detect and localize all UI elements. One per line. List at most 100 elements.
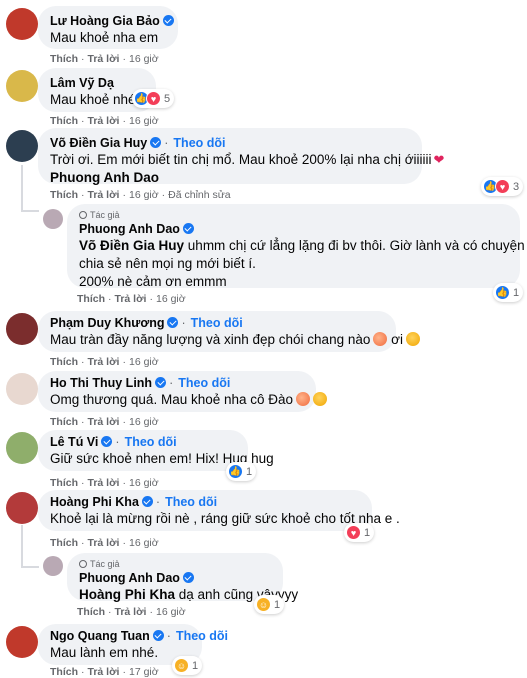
comment-text: uhmm chị cứ lẳng lặng đi bv thôi. Giờ là… (187, 238, 527, 253)
reaction-count: 1 (246, 465, 253, 478)
comment-actions: Thích · Trả lời · 16 giờ (50, 537, 159, 549)
comment-text: Mau khoẻ nha em (50, 30, 159, 45)
like-button[interactable]: Thích (50, 666, 78, 678)
comment-author[interactable]: Phuong Anh Dao (79, 571, 180, 585)
avatar[interactable] (6, 70, 38, 102)
avatar[interactable] (6, 130, 38, 162)
like-button[interactable]: Thích (50, 477, 78, 489)
avatar[interactable] (43, 209, 63, 229)
verified-badge-icon (182, 223, 194, 234)
reaction-summary[interactable]: ♥ 1 (344, 523, 375, 542)
like-button[interactable]: Thích (50, 537, 78, 549)
avatar[interactable] (43, 556, 63, 576)
like-button[interactable]: Thích (77, 606, 105, 618)
follow-button[interactable]: Theo dõi (165, 495, 217, 509)
comment-time[interactable]: 16 giờ (129, 537, 159, 549)
comment-text: Giữ sức khoẻ nhen em! Hix! Hug hug (50, 451, 274, 466)
comment-time[interactable]: 16 giờ (129, 53, 159, 65)
like-button[interactable]: Thích (50, 356, 78, 368)
like-button[interactable]: Thích (77, 293, 105, 305)
avatar[interactable] (6, 8, 38, 40)
verified-badge-icon (182, 572, 194, 583)
avatar[interactable] (6, 432, 38, 464)
verified-badge-icon (162, 15, 174, 26)
comment-author[interactable]: Phuong Anh Dao (79, 222, 180, 236)
mention-link[interactable]: Hoàng Phi Kha (79, 587, 175, 602)
comment-actions: Thích · Trả lời · 16 giờ (50, 53, 159, 65)
comment-author[interactable]: Hoàng Phi Kha (50, 495, 139, 509)
comment-text: Khoẻ lại là mừng rồi nè , ráng giữ sức k… (50, 511, 400, 526)
reaction-count: 1 (274, 598, 281, 611)
comment-time[interactable]: 16 giờ (129, 115, 159, 127)
reply-button[interactable]: Trả lời (88, 416, 120, 428)
comment-time[interactable]: 16 giờ (129, 189, 159, 201)
comment-actions: Thích · Trả lời · 16 giờ (50, 115, 159, 127)
comment-bubble: Lư Hoàng Gia Bảo Mau khoẻ nha em (38, 6, 178, 49)
comment-author[interactable]: Phạm Duy Khương (50, 316, 164, 330)
reply-button[interactable]: Trả lời (88, 53, 120, 65)
like-button[interactable]: Thích (50, 189, 78, 201)
comment-bubble: Võ Điền Gia Huy · Theo dõi Trời ơi. Em mới… (38, 128, 444, 187)
author-role-icon (79, 211, 87, 219)
reply-button[interactable]: Trả lời (88, 189, 120, 201)
reaction-count: 1 (364, 526, 371, 539)
reply-thread-line (21, 165, 23, 210)
follow-button[interactable]: Theo dõi (178, 376, 230, 390)
avatar[interactable] (6, 373, 38, 405)
reply-button[interactable]: Trả lời (115, 293, 147, 305)
comment-author[interactable]: Lâm Vỹ Dạ (50, 76, 114, 90)
comment-actions: Thích · Trả lời · 16 giờ (77, 293, 186, 305)
edited-label[interactable]: Đã chỉnh sửa (168, 189, 230, 201)
comment-text: Mau khoẻ nhé! (50, 92, 140, 107)
comment-time[interactable]: 17 giờ (129, 666, 159, 678)
comment-time[interactable]: 16 giờ (156, 293, 186, 305)
comment-author[interactable]: Lư Hoàng Gia Bảo (50, 14, 160, 28)
avatar[interactable] (6, 626, 38, 658)
comment-author[interactable]: Ngo Quang Tuan (50, 629, 150, 643)
reaction-summary[interactable]: 👍 ♥ 3 (481, 177, 524, 196)
reply-button[interactable]: Trả lời (88, 666, 120, 678)
comment-author[interactable]: Võ Điền Gia Huy (50, 136, 147, 150)
comment-bubble: Hoàng Phi Kha · Theo dõi Khoẻ lại là mừng … (38, 490, 400, 531)
like-button[interactable]: Thích (50, 416, 78, 428)
follow-button[interactable]: Theo dõi (191, 316, 243, 330)
avatar[interactable] (6, 492, 38, 524)
reaction-summary[interactable]: ☺ 1 (172, 656, 203, 675)
avatar[interactable] (6, 313, 38, 345)
like-button[interactable]: Thích (50, 53, 78, 65)
reaction-summary[interactable]: 👍 ♥ 5 (132, 89, 175, 108)
comment-bubble: Lê Tú Vi · Theo dõi Giữ sức khoẻ nhen em! … (38, 430, 274, 471)
like-button[interactable]: Thích (50, 115, 78, 127)
sad-emoji-icon (313, 392, 328, 406)
reaction-summary[interactable]: 👍 1 (493, 283, 524, 302)
comment-text: 200% nè cảm ơn emmm (79, 274, 227, 289)
mention-link[interactable]: Phuong Anh Dao (50, 169, 410, 187)
mention-link[interactable]: Võ Điền Gia Huy (79, 238, 184, 253)
comment-text: Mau lành em nhé. (50, 645, 159, 660)
comment-bubble: Tác giả Phuong Anh Dao Võ Điền Gia Huy u… (67, 204, 527, 289)
comment-bubble: Ho Thi Thuy Linh · Theo dõi Omg thương quá… (38, 371, 328, 412)
comment-time[interactable]: 16 giờ (129, 477, 159, 489)
reaction-summary[interactable]: ☺ 1 (254, 595, 285, 614)
comment-actions: Thích · Trả lời · 16 giờ (50, 477, 159, 489)
verified-badge-icon (141, 496, 153, 507)
comment-time[interactable]: 16 giờ (129, 416, 159, 428)
comment-time[interactable]: 16 giờ (156, 606, 186, 618)
reply-button[interactable]: Trả lời (88, 356, 120, 368)
follow-button[interactable]: Theo dõi (173, 136, 225, 150)
comment-actions: Thích · Trả lời · 16 giờ (50, 416, 159, 428)
reply-button[interactable]: Trả lời (88, 537, 120, 549)
follow-button[interactable]: Theo dõi (176, 629, 228, 643)
reaction-summary[interactable]: 👍 1 (226, 462, 257, 481)
reply-button[interactable]: Trả lời (88, 115, 120, 127)
love-icon: ♥ (346, 525, 361, 540)
comment-author[interactable]: Lê Tú Vi (50, 435, 98, 449)
reply-button[interactable]: Trả lời (115, 606, 147, 618)
follow-button[interactable]: Theo dõi (125, 435, 177, 449)
comment-author[interactable]: Ho Thi Thuy Linh (50, 376, 152, 390)
comment-actions: Thích · Trả lời · 17 giờ (50, 666, 159, 678)
author-role-label: Tác giả (90, 559, 120, 569)
reply-button[interactable]: Trả lời (88, 477, 120, 489)
comment-time[interactable]: 16 giờ (129, 356, 159, 368)
reaction-count: 1 (513, 286, 520, 299)
